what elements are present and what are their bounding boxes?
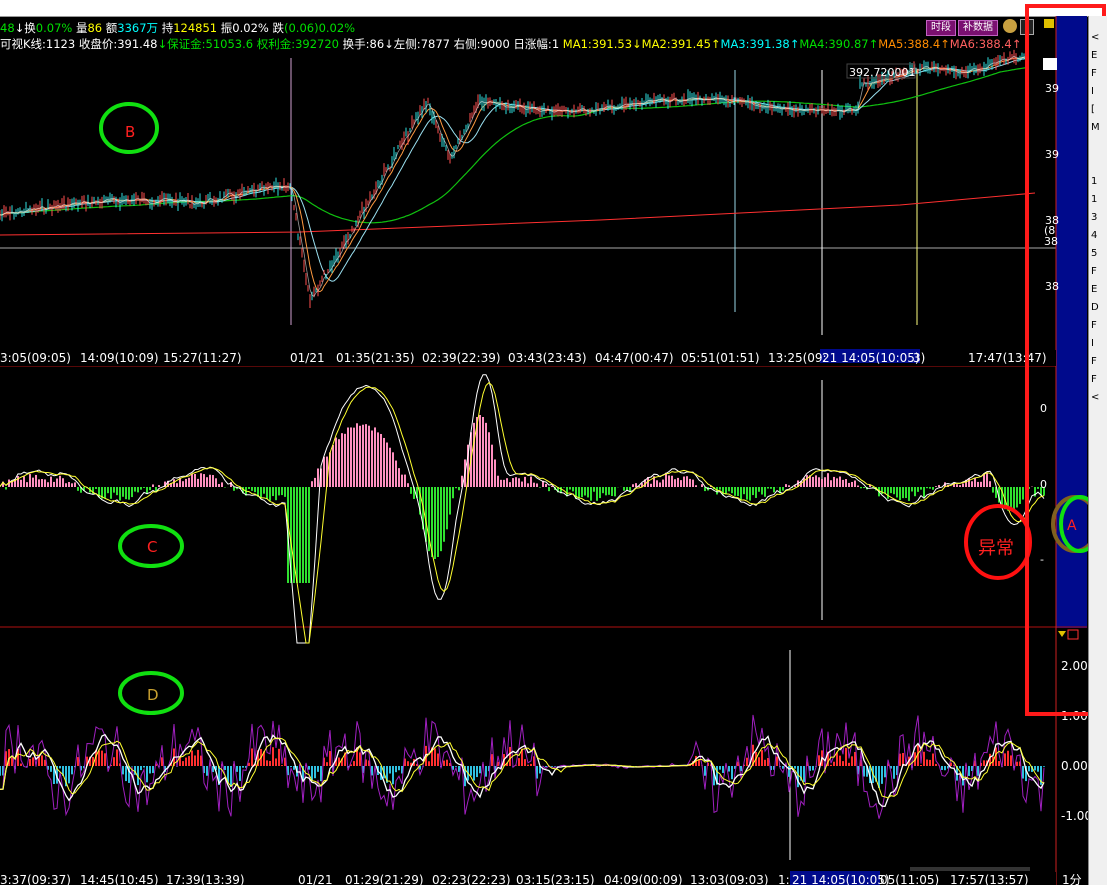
- sidebar-item[interactable]: 1: [1091, 194, 1107, 205]
- time-tick-top: 13:25(09:: [768, 351, 827, 365]
- sidebar-item[interactable]: <: [1091, 392, 1107, 403]
- time-tick-bottom: 01/21: [298, 873, 333, 885]
- chart-canvas[interactable]: 3:05(09:05) 14:09(10:09) 15:27(11:27) 01/21…: [0, 0, 1107, 885]
- time-tick-bottom: 17:57(13:57): [950, 873, 1029, 885]
- sidebar-item[interactable]: F: [1091, 68, 1107, 79]
- sidebar-item[interactable]: E: [1091, 50, 1107, 61]
- macd-dea-line: [0, 381, 1045, 644]
- close-line: [0, 55, 1029, 297]
- sidebar-item[interactable]: F: [1091, 374, 1107, 385]
- annotation-C-label: C: [147, 538, 157, 556]
- time-axis-top: 3:05(09:05) 14:09(10:09) 15:27(11:27) 01/21…: [0, 351, 1047, 365]
- price-axis-tick: 39: [1045, 148, 1059, 161]
- sidebar-item[interactable]: D: [1091, 302, 1107, 313]
- sidebar-item[interactable]: F: [1091, 356, 1107, 367]
- sidebar-item[interactable]: M: [1091, 122, 1107, 133]
- sidebar-item[interactable]: F: [1091, 266, 1107, 277]
- price-label: 392.720001: [849, 66, 915, 79]
- ind-purple-line: [0, 714, 1045, 819]
- macd-axis-tick: -: [1040, 553, 1044, 566]
- sidebar-item[interactable]: [: [1091, 104, 1107, 115]
- ma2-line: [0, 56, 1029, 293]
- time-tick-bottom: 1:: [778, 873, 790, 885]
- sidebar-item[interactable]: 3: [1091, 212, 1107, 223]
- right-blue-panel: [1056, 16, 1087, 628]
- sidebar-item[interactable]: 4: [1091, 230, 1107, 241]
- time-tick-bottom: 02:23(22:23): [432, 873, 511, 885]
- time-tick-top: 01/21: [290, 351, 325, 365]
- price-axis-tick: 38: [1045, 280, 1059, 293]
- sidebar-item[interactable]: E: [1091, 284, 1107, 295]
- sidebar-item[interactable]: 5: [1091, 248, 1107, 259]
- ind-axis-tick: 0.00: [1061, 759, 1088, 773]
- indicator-panel: [0, 650, 1045, 860]
- time-tick-bottom: 05(11:05): [880, 873, 939, 885]
- macd-axis-tick: 0: [1040, 478, 1047, 491]
- time-tick-top: 14:09(10:09): [80, 351, 159, 365]
- ind-axis-tick: 2.00: [1061, 659, 1088, 673]
- scroll-strip: [910, 867, 1030, 871]
- price-panel: [0, 49, 1056, 335]
- time-tick-top: 01:35(21:35): [336, 351, 415, 365]
- time-tick-bottom: 21 14:05(10:05): [792, 873, 890, 885]
- time-tick-top: 17:47(13:47): [968, 351, 1047, 365]
- sidebar-item[interactable]: F: [1091, 320, 1107, 331]
- time-tick-top: 05:51(01:51): [681, 351, 760, 365]
- annotation-A-label: A: [1067, 518, 1077, 534]
- ma4-line: [0, 66, 1029, 224]
- time-tick-bottom: 1分: [1062, 873, 1082, 885]
- macd-histogram: [0, 415, 1045, 583]
- time-tick-bottom: 14:45(10:45): [80, 873, 159, 885]
- sidebar-item[interactable]: I: [1091, 86, 1107, 97]
- time-tick-top: 3:05(09:05): [0, 351, 71, 365]
- restore-icon: [1067, 629, 1079, 640]
- time-tick-top: 02:39(22:39): [422, 351, 501, 365]
- price-axis-tick: 39: [1045, 82, 1059, 95]
- candles: [0, 49, 1029, 308]
- macd-dif-line: [0, 374, 1045, 644]
- sidebar-item[interactable]: 1: [1091, 176, 1107, 187]
- sidebar-item[interactable]: I: [1091, 338, 1107, 349]
- time-tick-top: 04:47(00:47): [595, 351, 674, 365]
- annotation-abnormal-label: 异常: [978, 538, 1014, 559]
- macd-panel: [0, 374, 1045, 644]
- annotation-B-label: B: [125, 123, 135, 141]
- right-sidebar[interactable]: < E F I[M 1 1 3 4 5 F E D F I F F <: [1088, 16, 1107, 885]
- time-tick-bottom: 04:09(00:09): [604, 873, 683, 885]
- time-tick-top: 3): [913, 351, 925, 365]
- time-tick-top: 03:43(23:43): [508, 351, 587, 365]
- collapse-icon-top: [1044, 19, 1054, 28]
- price-tag-box: [1043, 58, 1057, 70]
- collapse-icon-bottom: [1058, 631, 1066, 637]
- macd-axis-tick: 0: [1040, 402, 1047, 415]
- sidebar-item[interactable]: <: [1091, 32, 1107, 43]
- time-tick-bottom: 3:37(09:37): [0, 873, 71, 885]
- annotation-D-label: D: [147, 686, 159, 704]
- time-tick-top: 21 14:05(10:05): [822, 351, 920, 365]
- current-price-tag: 38: [1044, 235, 1058, 248]
- time-tick-top: 15:27(11:27): [163, 351, 242, 365]
- time-tick-bottom: 13:03(09:03): [690, 873, 769, 885]
- time-tick-bottom: 01:29(21:29): [345, 873, 424, 885]
- time-tick-bottom: 17:39(13:39): [166, 873, 245, 885]
- time-tick-bottom: 03:15(23:15): [516, 873, 595, 885]
- ma-long-line: [0, 192, 1036, 236]
